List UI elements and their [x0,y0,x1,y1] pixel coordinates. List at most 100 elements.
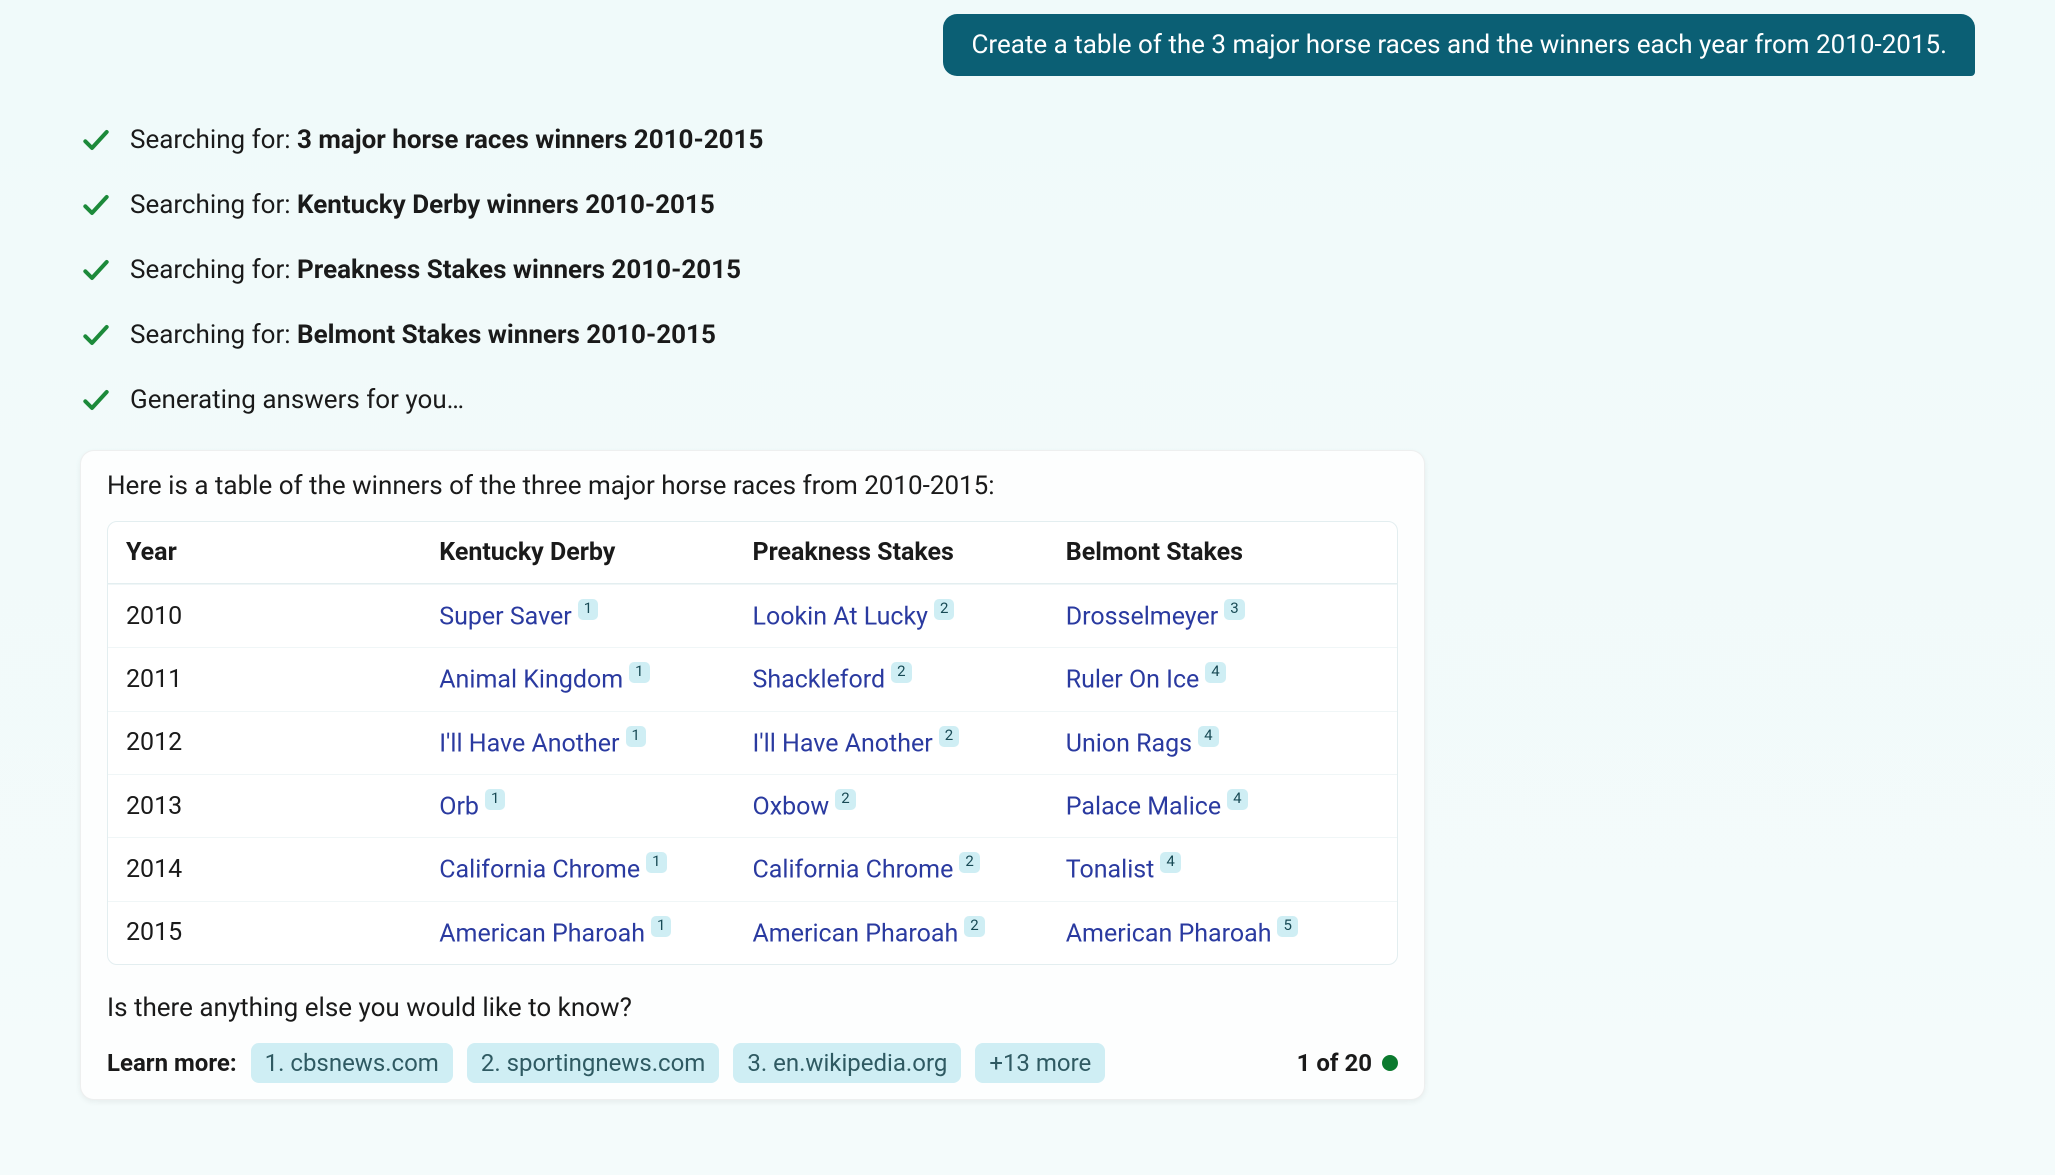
search-step: Searching for: Preakness Stakes winners … [80,254,1975,286]
table-row: 2011Animal Kingdom1Shackleford2Ruler On … [108,647,1397,710]
winners-table: Year Kentucky Derby Preakness Stakes Bel… [107,521,1398,965]
cell-bs: Tonalist4 [1066,854,1379,884]
citation-badge[interactable]: 5 [1277,916,1297,937]
col-header-bs: Belmont Stakes [1066,538,1379,567]
citation-badge[interactable]: 4 [1160,852,1180,873]
search-steps: Searching for: 3 major horse races winne… [80,124,1975,416]
learn-more-chip[interactable]: +13 more [975,1043,1105,1083]
winner-link[interactable]: I'll Have Another [439,729,619,758]
learn-more-chip[interactable]: 1. cbsnews.com [251,1043,453,1083]
winner-link[interactable]: Ruler On Ice [1066,666,1200,695]
check-icon [80,124,112,156]
winner-link[interactable]: California Chrome [439,856,640,885]
col-header-year: Year [126,538,439,567]
check-icon [80,384,112,416]
cell-year: 2010 [126,602,439,631]
step-prefix: Searching for: [130,125,297,155]
step-query: Preakness Stakes winners 2010-2015 [297,255,741,285]
cell-ps: California Chrome2 [753,854,1066,884]
winner-link[interactable]: Super Saver [439,602,572,631]
winner-link[interactable]: Animal Kingdom [439,666,623,695]
step-label: Searching for: Kentucky Derby winners 20… [130,190,715,220]
step-query: 3 major horse races winners 2010-2015 [297,125,763,155]
check-icon [80,189,112,221]
citation-badge[interactable]: 2 [835,789,855,810]
winner-link[interactable]: Palace Malice [1066,792,1221,821]
cell-ps: Oxbow2 [753,791,1066,821]
citation-badge[interactable]: 2 [964,916,984,937]
learn-more-chip[interactable]: 2. sportingnews.com [467,1043,719,1083]
winner-link[interactable]: American Pharoah [1066,919,1272,948]
citation-badge[interactable]: 2 [939,726,959,747]
cell-kd: Animal Kingdom 1 [439,664,752,694]
winner-link[interactable]: American Pharoah [753,919,959,948]
step-label: Searching for: Preakness Stakes winners … [130,255,741,285]
winner-link[interactable]: Union Rags [1066,729,1192,758]
citation-badge[interactable]: 1 [626,726,646,747]
check-icon [80,254,112,286]
citation-badge[interactable]: 1 [646,852,666,873]
winner-link[interactable]: Orb [439,792,479,821]
winner-link[interactable]: Shackleford [753,666,886,695]
citation-badge[interactable]: 4 [1198,726,1218,747]
col-header-ps: Preakness Stakes [753,538,1066,567]
cell-bs: American Pharoah5 [1066,918,1379,948]
cell-bs: Palace Malice 4 [1066,791,1379,821]
cell-year: 2012 [126,728,439,757]
step-prefix: Searching for: [130,255,297,285]
cell-bs: Union Rags 4 [1066,728,1379,758]
counter-text: 1 of 20 [1297,1049,1372,1077]
citation-badge[interactable]: 1 [578,599,598,620]
winner-link[interactable]: American Pharoah [439,919,645,948]
citation-badge[interactable]: 2 [891,662,911,683]
cell-bs: Drosselmeyer 3 [1066,601,1379,631]
step-prefix: Searching for: [130,190,297,220]
learn-more-label: Learn more: [107,1049,237,1077]
winner-link[interactable]: Tonalist [1066,856,1155,885]
search-step: Searching for: 3 major horse races winne… [80,124,1975,156]
step-label: Searching for: Belmont Stakes winners 20… [130,320,716,350]
citation-badge[interactable]: 4 [1205,662,1225,683]
learn-more-row: Learn more: 1. cbsnews.com 2. sportingnew… [107,1043,1398,1083]
table-header-row: Year Kentucky Derby Preakness Stakes Bel… [108,522,1397,584]
status-dot-icon [1382,1055,1398,1071]
cell-year: 2014 [126,855,439,884]
cell-kd: American Pharoah 1 [439,918,752,948]
answer-card: Here is a table of the winners of the th… [80,450,1425,1100]
col-header-kd: Kentucky Derby [439,538,752,567]
step-prefix: Searching for: [130,320,297,350]
answer-intro: Here is a table of the winners of the th… [107,471,1398,501]
table-row: 2013Orb1Oxbow2Palace Malice4 [108,774,1397,837]
winner-link[interactable]: Oxbow [753,792,830,821]
learn-more-chip[interactable]: 3. en.wikipedia.org [733,1043,961,1083]
cell-kd: I'll Have Another 1 [439,728,752,758]
table-row: 2010Super Saver 1 Lookin At Lucky2 Drosselm… [108,584,1397,647]
search-step: Searching for: Belmont Stakes winners 20… [80,319,1975,351]
cell-ps: I'll Have Another 2 [753,728,1066,758]
winner-link[interactable]: Lookin At Lucky [753,602,929,631]
check-icon [80,319,112,351]
cell-ps: American Pharoah2 [753,918,1066,948]
citation-badge[interactable]: 3 [1224,599,1244,620]
search-step: Searching for: Kentucky Derby winners 20… [80,189,1975,221]
cell-year: 2013 [126,792,439,821]
table-row: 2012I'll Have Another1I'll Have Another2… [108,711,1397,774]
cell-kd: Orb 1 [439,791,752,821]
winner-link[interactable]: I'll Have Another [753,729,933,758]
step-label: Searching for: 3 major horse races winne… [130,125,763,155]
citation-badge[interactable]: 2 [934,599,954,620]
cell-bs: Ruler On Ice4 [1066,664,1379,694]
cell-kd: Super Saver 1 [439,601,752,631]
search-step: Generating answers for you… [80,384,1975,416]
cell-year: 2015 [126,918,439,947]
step-query: Belmont Stakes winners 2010-2015 [297,320,716,350]
citation-badge[interactable]: 1 [485,789,505,810]
citation-badge[interactable]: 1 [651,916,671,937]
citation-badge[interactable]: 1 [629,662,649,683]
response-counter: 1 of 20 [1297,1049,1398,1077]
citation-badge[interactable]: 4 [1227,789,1247,810]
winner-link[interactable]: Drosselmeyer [1066,602,1218,631]
winner-link[interactable]: California Chrome [753,856,954,885]
citation-badge[interactable]: 2 [959,852,979,873]
step-label: Generating answers for you… [130,385,464,415]
